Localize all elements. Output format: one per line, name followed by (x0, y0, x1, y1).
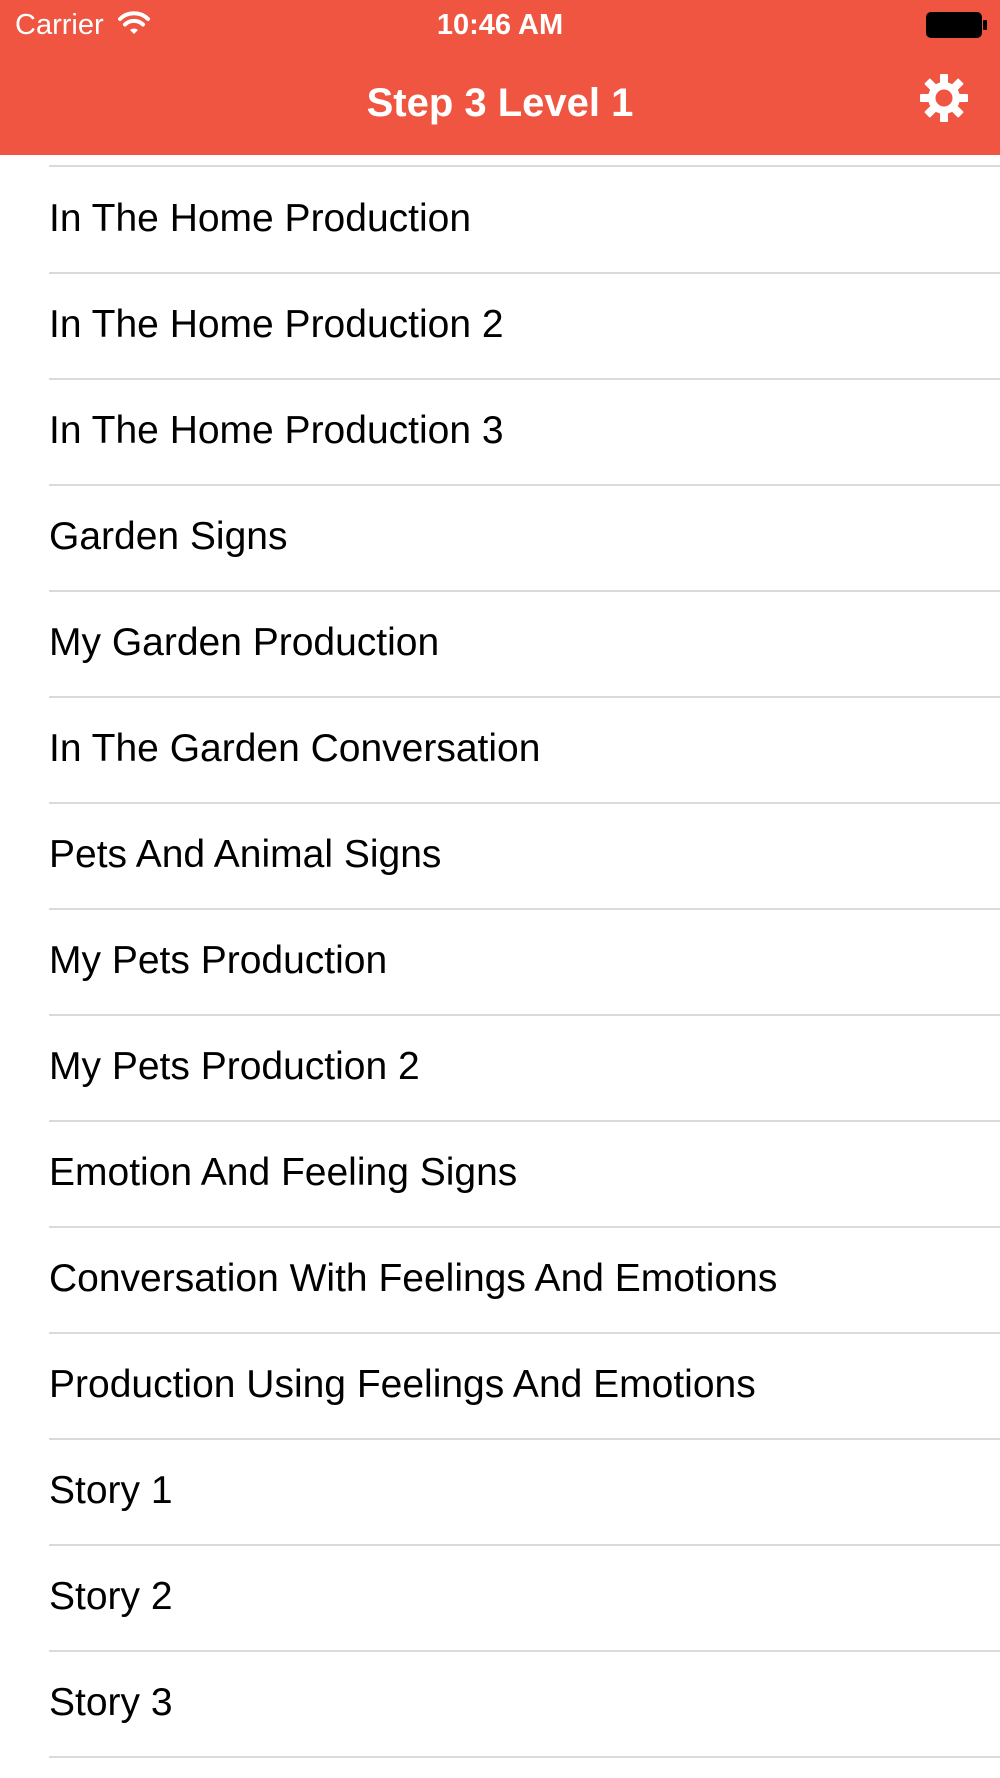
screen: Carrier 10:46 AM Step 3 Level 1 In The H… (0, 0, 1000, 1778)
list-item[interactable]: In The Garden Conversation (0, 696, 1000, 802)
list-item-label: In The Home Production (49, 197, 472, 240)
list-item[interactable]: Pets And Animal Signs (0, 802, 1000, 908)
list-item[interactable]: Garden Signs (0, 484, 1000, 590)
list-item-label: My Garden Production (49, 621, 440, 664)
list-item[interactable]: In The Home Production (0, 166, 1000, 272)
list-item-label: Story 2 (49, 1575, 173, 1618)
status-time: 10:46 AM (436, 9, 564, 41)
row-separator (49, 1756, 1000, 1758)
list-item[interactable]: Story 3 (0, 1650, 1000, 1756)
list-item-label: In The Home Production 3 (49, 409, 504, 452)
list-item[interactable]: My Pets Production (0, 908, 1000, 1014)
list-item[interactable]: Production Using Feelings And Emotions (0, 1332, 1000, 1438)
list-item[interactable]: My Garden Production (0, 590, 1000, 696)
battery-icon (926, 12, 987, 38)
page-title: Step 3 Level 1 (366, 81, 634, 125)
list-item[interactable]: Story 2 (0, 1544, 1000, 1650)
list-item[interactable]: My Pets Production 2 (0, 1014, 1000, 1120)
list-item-label: Story 1 (49, 1469, 173, 1512)
list-item-label: In The Garden Conversation (49, 727, 541, 770)
list-item-label: Production Using Feelings And Emotions (49, 1363, 756, 1406)
list-item[interactable]: In The Home Production 2 (0, 272, 1000, 378)
list-item-label: Garden Signs (49, 515, 288, 558)
list-item[interactable]: Conversation With Feelings And Emotions (0, 1226, 1000, 1332)
list-item-label: Conversation With Feelings And Emotions (49, 1257, 778, 1300)
lesson-list: In The Home Production In The Home Produ… (0, 155, 1000, 1778)
list-item-label: Pets And Animal Signs (49, 833, 442, 876)
navigation-header: Carrier 10:46 AM Step 3 Level 1 (0, 0, 1000, 155)
list-item-label: My Pets Production 2 (49, 1045, 420, 1088)
list-item[interactable]: In The Home Production 3 (0, 378, 1000, 484)
status-bar: Carrier 10:46 AM (0, 0, 1000, 52)
list-item[interactable]: Emotion And Feeling Signs (0, 1120, 1000, 1226)
list-item-label: My Pets Production (49, 939, 388, 982)
gear-icon[interactable] (918, 72, 970, 124)
list-item-label: Story 3 (49, 1681, 173, 1724)
list-item-label: In The Home Production 2 (49, 303, 504, 346)
list-item-label: Emotion And Feeling Signs (49, 1151, 518, 1194)
list-item[interactable]: Story 1 (0, 1438, 1000, 1544)
